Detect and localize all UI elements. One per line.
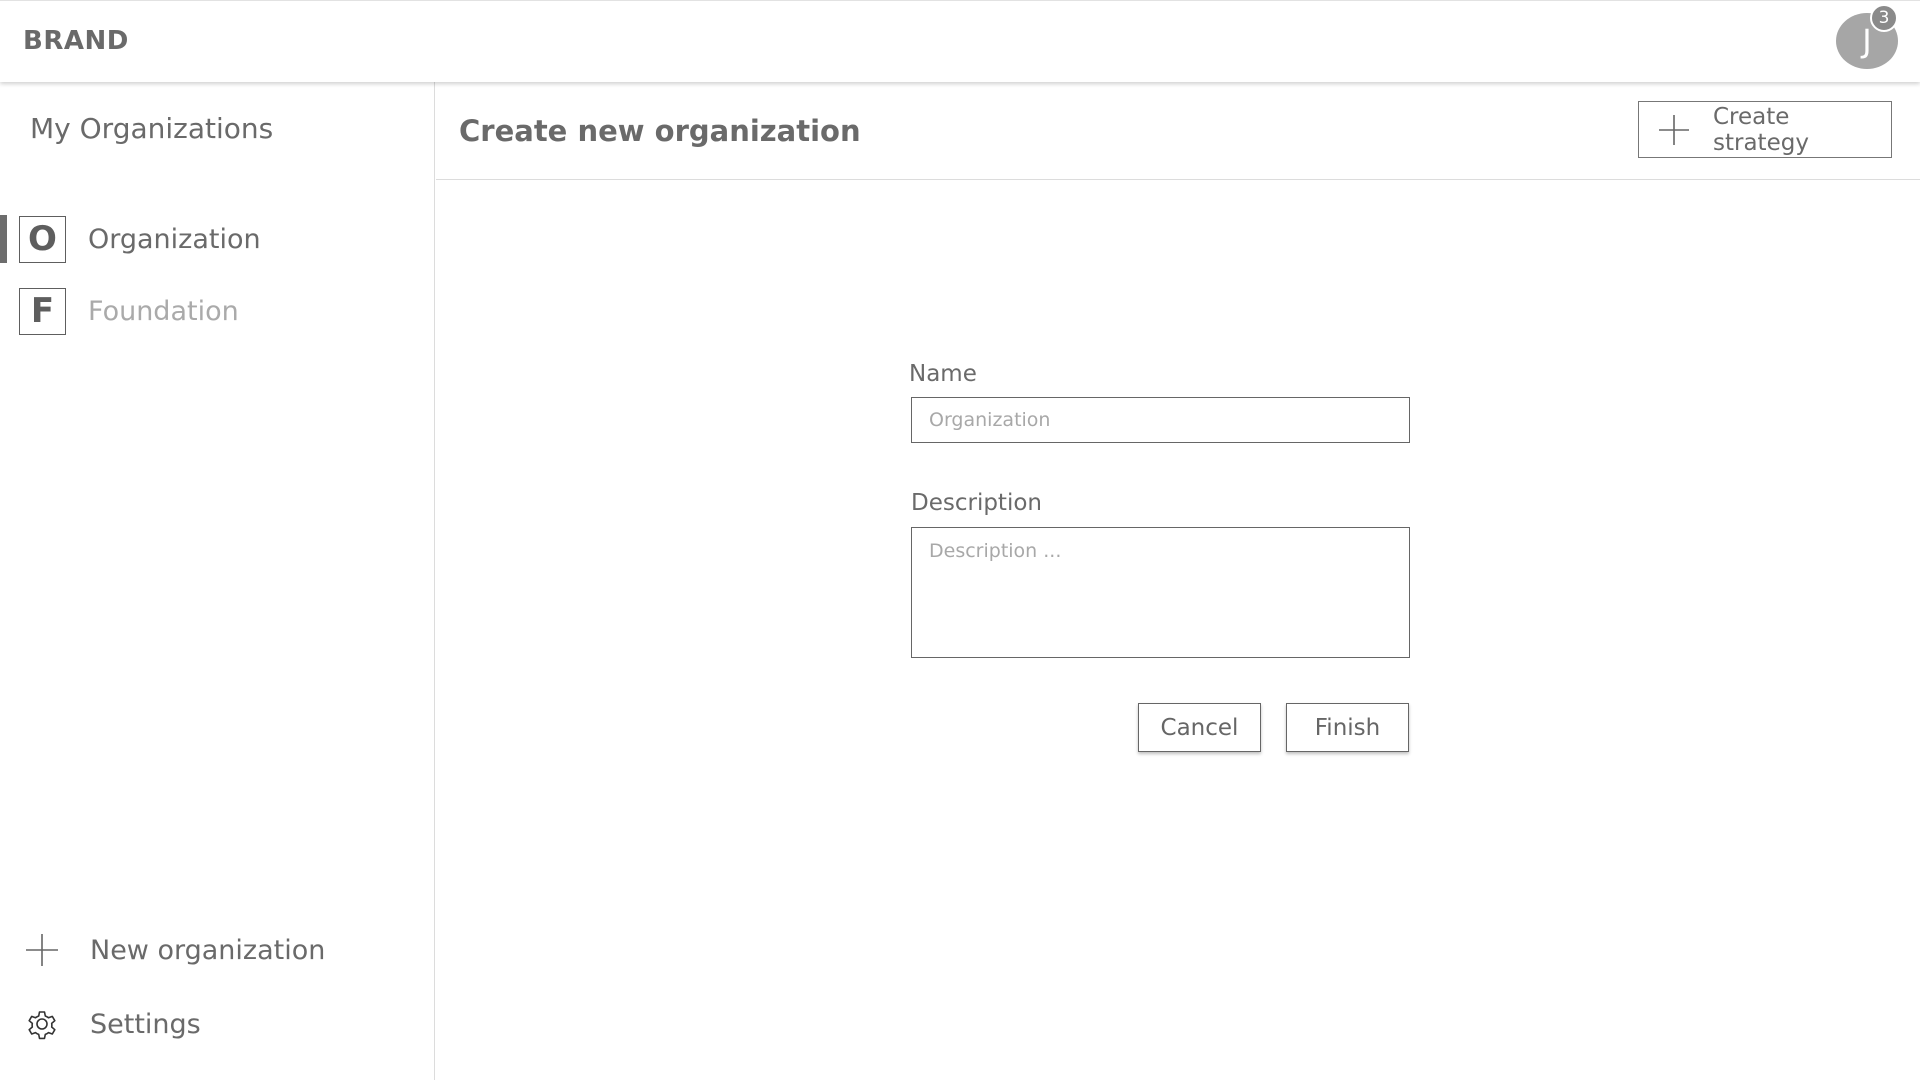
sidebar-item-foundation[interactable]: F Foundation	[0, 283, 435, 339]
settings-label: Settings	[90, 1008, 201, 1040]
notification-badge[interactable]: 3	[1870, 4, 1898, 32]
brand-logo[interactable]: BRAND	[23, 26, 129, 56]
avatar-initial: J	[1862, 22, 1872, 60]
create-strategy-label: Create strategy	[1713, 103, 1809, 156]
org-letter-icon: F	[19, 287, 66, 335]
sidebar-title: My Organizations	[30, 112, 274, 145]
plus-icon	[1659, 114, 1689, 145]
sidebar-item-label: Foundation	[88, 295, 239, 327]
description-input[interactable]	[911, 527, 1410, 658]
plus-icon	[26, 934, 58, 966]
settings-button[interactable]: Settings	[0, 994, 435, 1054]
name-input[interactable]	[911, 397, 1410, 443]
sidebar: My Organizations O Organization F Founda…	[0, 82, 435, 1080]
gear-icon	[28, 1011, 56, 1040]
new-organization-label: New organization	[90, 934, 326, 966]
sidebar-item-label: Organization	[88, 223, 261, 255]
new-organization-button[interactable]: New organization	[0, 920, 435, 980]
main-header: Create new organization Create strategy	[436, 82, 1920, 180]
page-title: Create new organization	[459, 114, 861, 148]
top-bar: BRAND J 3	[0, 0, 1920, 82]
sidebar-item-organization[interactable]: O Organization	[0, 211, 435, 267]
name-label: Name	[909, 361, 977, 387]
description-label: Description	[911, 490, 1042, 516]
org-letter-icon: O	[19, 215, 66, 263]
finish-button[interactable]: Finish	[1286, 703, 1409, 752]
cancel-button[interactable]: Cancel	[1138, 703, 1261, 752]
create-strategy-button[interactable]: Create strategy	[1638, 101, 1892, 158]
